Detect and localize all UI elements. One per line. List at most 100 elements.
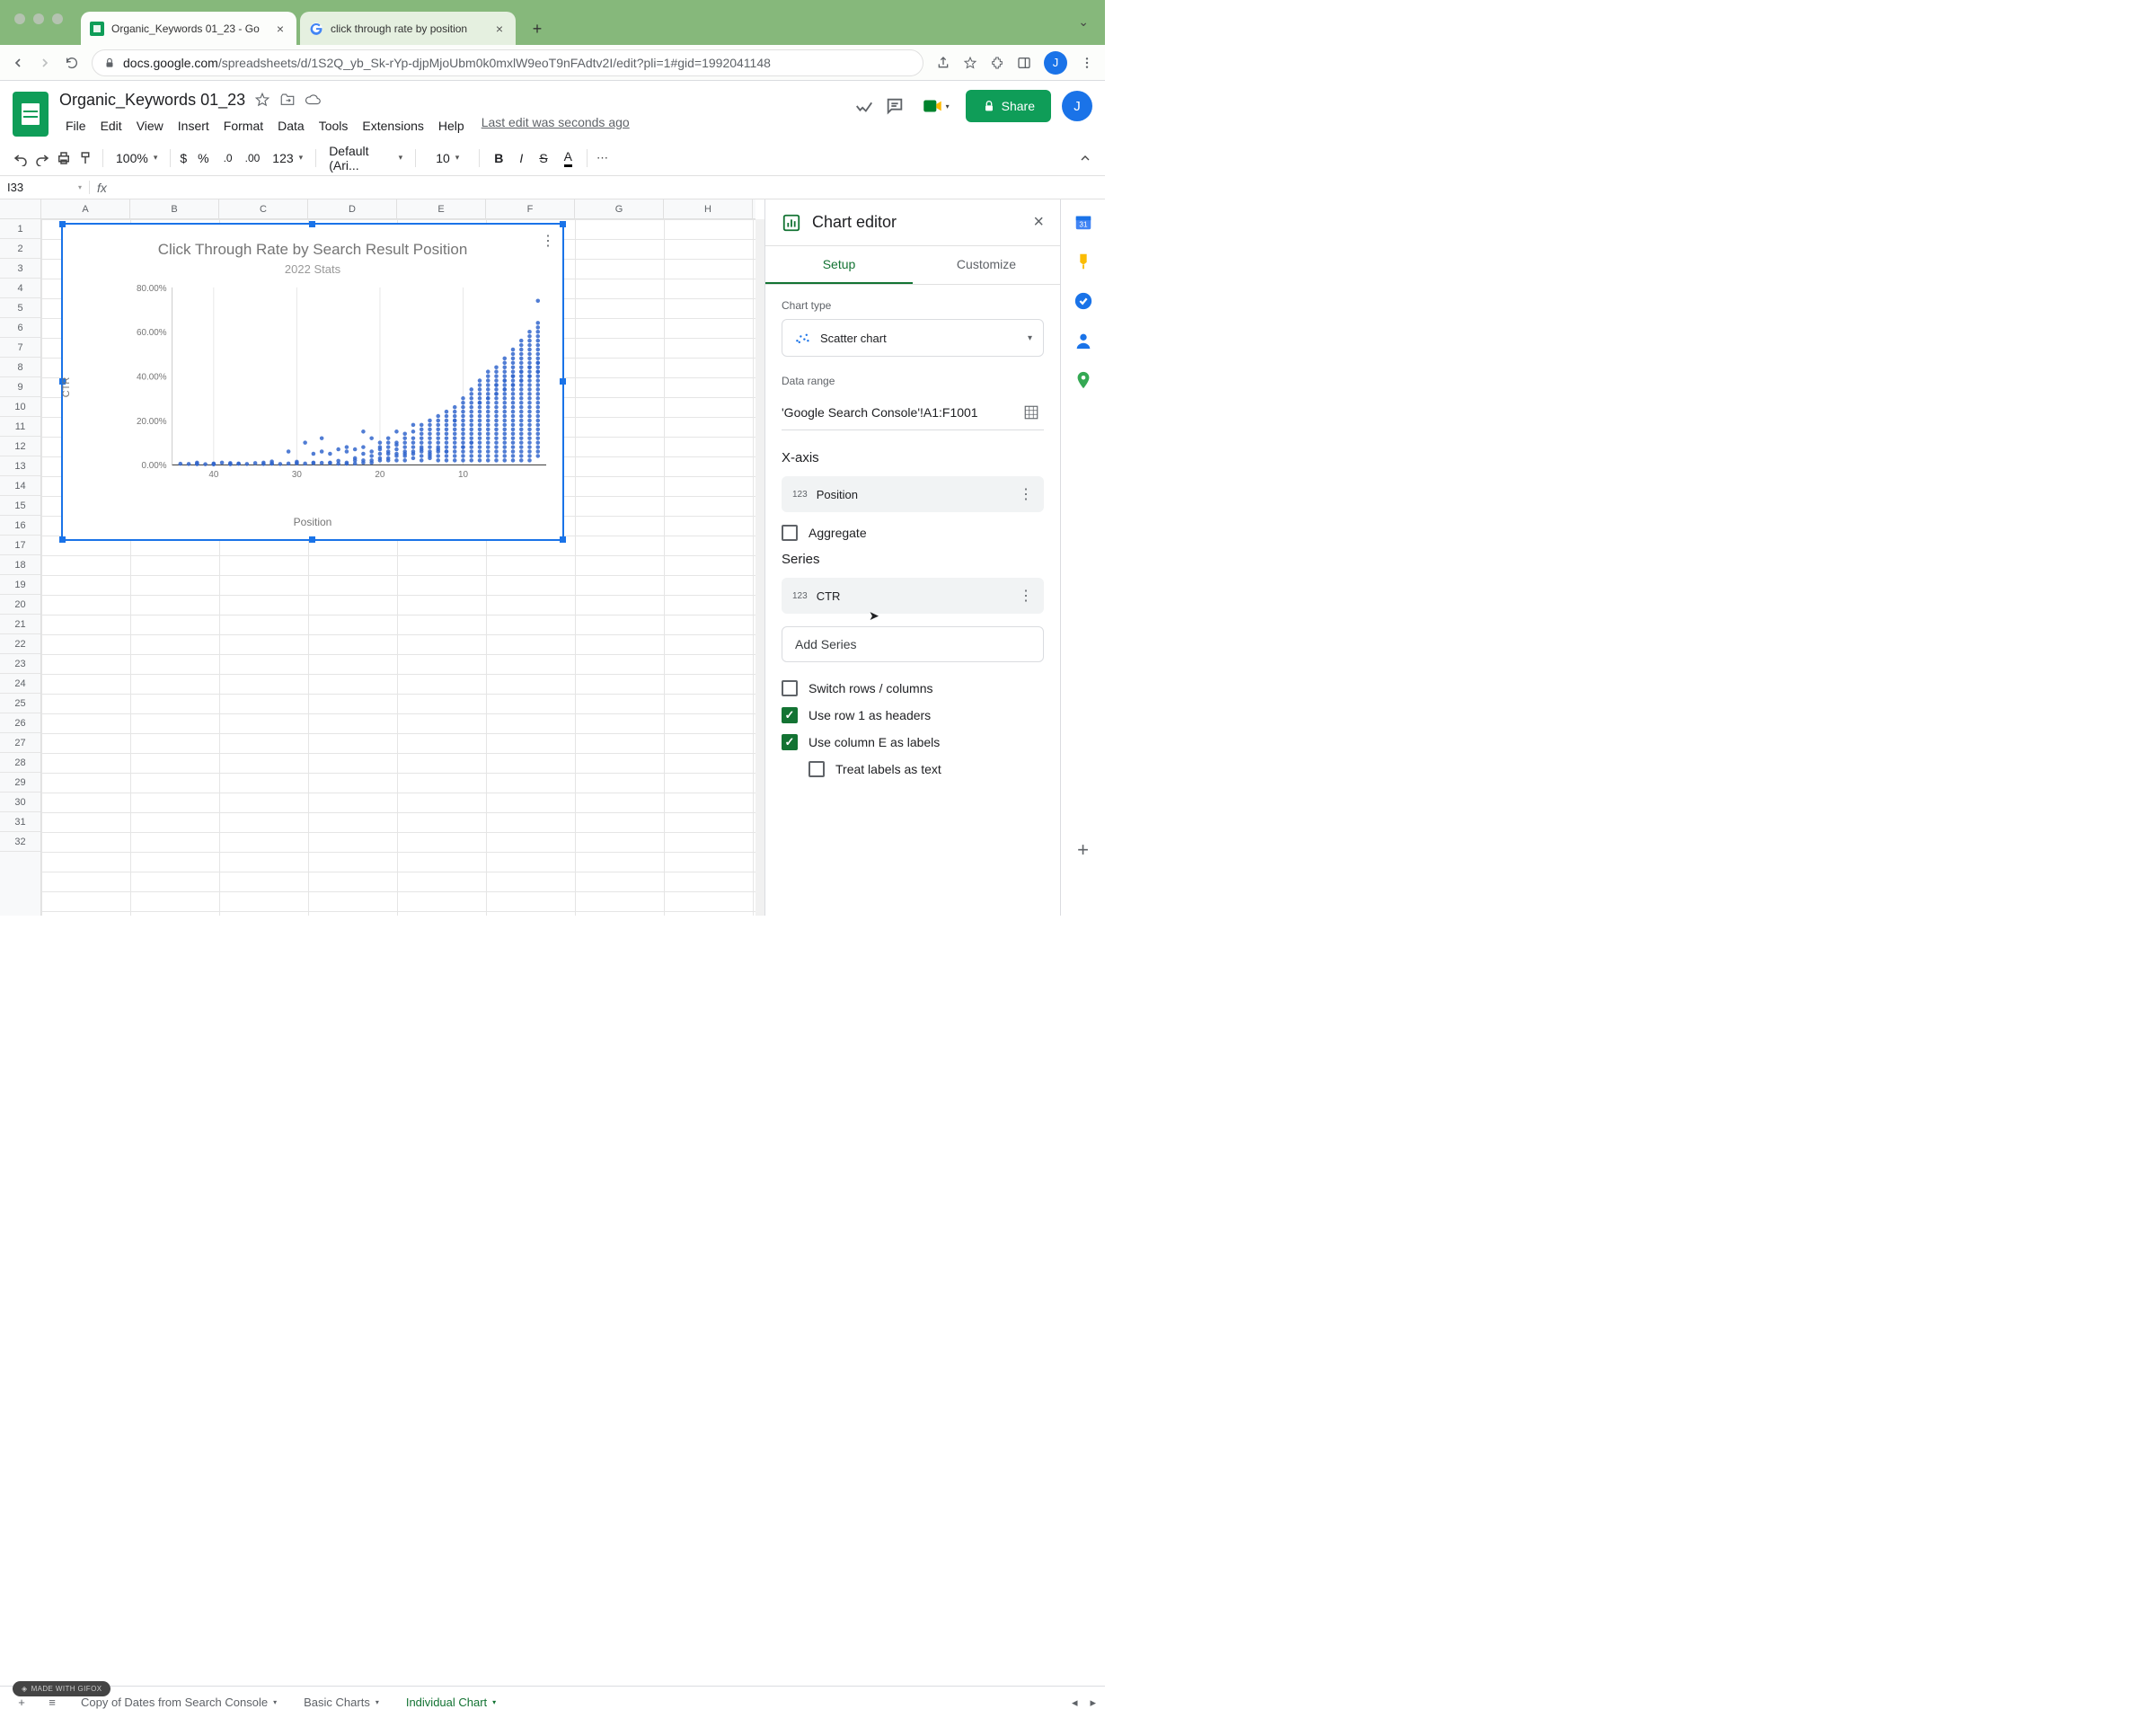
currency-button[interactable]: $ bbox=[180, 151, 187, 165]
row-header[interactable]: 30 bbox=[0, 793, 40, 812]
xaxis-field[interactable]: 123 Position ⋮ bbox=[782, 476, 1044, 512]
decrease-decimal-button[interactable]: .0 bbox=[224, 152, 233, 164]
share-button[interactable]: Share bbox=[966, 90, 1051, 122]
tasks-icon[interactable] bbox=[1074, 291, 1093, 311]
row-header[interactable]: 29 bbox=[0, 773, 40, 793]
tab-overflow-chevron-icon[interactable]: ⌄ bbox=[1078, 14, 1089, 30]
print-icon[interactable] bbox=[56, 150, 72, 166]
keep-icon[interactable] bbox=[1074, 252, 1093, 271]
row-header[interactable]: 22 bbox=[0, 634, 40, 654]
col-header[interactable]: D bbox=[308, 199, 397, 218]
last-edit-link[interactable]: Last edit was seconds ago bbox=[482, 115, 630, 137]
embedded-chart[interactable]: ⋮ Click Through Rate by Search Result Po… bbox=[61, 223, 564, 541]
col-header[interactable]: G bbox=[575, 199, 664, 218]
browser-tab-2[interactable]: click through rate by position × bbox=[300, 12, 516, 45]
menu-tools[interactable]: Tools bbox=[313, 115, 355, 137]
sheet-tab-2[interactable]: Basic Charts bbox=[293, 1690, 390, 1714]
calendar-icon[interactable]: 31 bbox=[1074, 212, 1093, 232]
row-header[interactable]: 9 bbox=[0, 377, 40, 397]
xaxis-field-menu-icon[interactable]: ⋮ bbox=[1019, 485, 1033, 503]
row-header[interactable]: 14 bbox=[0, 476, 40, 496]
maps-icon[interactable] bbox=[1074, 370, 1093, 390]
switch-rows-cols-checkbox[interactable]: Switch rows / columns bbox=[782, 680, 1044, 696]
tab-customize[interactable]: Customize bbox=[913, 246, 1060, 284]
move-doc-icon[interactable] bbox=[279, 92, 296, 108]
extensions-icon[interactable] bbox=[990, 56, 1004, 70]
row-header[interactable]: 6 bbox=[0, 318, 40, 338]
col-header[interactable]: H bbox=[664, 199, 753, 218]
text-color-button[interactable]: A bbox=[564, 149, 572, 167]
font-select[interactable]: Default (Ari... bbox=[325, 142, 406, 174]
side-panel-icon[interactable] bbox=[1017, 56, 1031, 70]
use-col-e-checkbox[interactable]: Use column E as labels bbox=[782, 734, 1044, 750]
add-series-button[interactable]: Add Series bbox=[782, 626, 1044, 662]
row-header[interactable]: 25 bbox=[0, 694, 40, 713]
row-header[interactable]: 19 bbox=[0, 575, 40, 595]
row-header[interactable]: 2 bbox=[0, 239, 40, 259]
sheet-prev-icon[interactable]: ◂ bbox=[1072, 1696, 1078, 1710]
col-header[interactable]: C bbox=[219, 199, 308, 218]
star-icon[interactable] bbox=[963, 56, 977, 70]
menu-edit[interactable]: Edit bbox=[94, 115, 128, 137]
menu-file[interactable]: File bbox=[59, 115, 93, 137]
browser-profile-avatar[interactable]: J bbox=[1044, 51, 1067, 75]
tab-setup[interactable]: Setup bbox=[765, 246, 913, 284]
use-row1-checkbox[interactable]: Use row 1 as headers bbox=[782, 707, 1044, 723]
row-header[interactable]: 10 bbox=[0, 397, 40, 417]
col-header[interactable]: B bbox=[130, 199, 219, 218]
menu-view[interactable]: View bbox=[130, 115, 170, 137]
row-header[interactable]: 20 bbox=[0, 595, 40, 615]
percent-button[interactable]: % bbox=[198, 151, 208, 165]
formula-input[interactable] bbox=[108, 176, 1105, 199]
forward-icon[interactable] bbox=[38, 56, 52, 70]
sheet-next-icon[interactable]: ▸ bbox=[1090, 1696, 1096, 1710]
paint-format-icon[interactable] bbox=[77, 150, 93, 166]
row-header[interactable]: 27 bbox=[0, 733, 40, 753]
menu-insert[interactable]: Insert bbox=[172, 115, 216, 137]
row-header[interactable]: 3 bbox=[0, 259, 40, 279]
row-header[interactable]: 4 bbox=[0, 279, 40, 298]
close-editor-icon[interactable]: × bbox=[1033, 212, 1044, 233]
row-header[interactable]: 13 bbox=[0, 456, 40, 476]
row-header[interactable]: 1 bbox=[0, 219, 40, 239]
new-tab-button[interactable]: + bbox=[525, 16, 550, 41]
comments-icon[interactable] bbox=[885, 96, 905, 116]
row-header[interactable]: 18 bbox=[0, 555, 40, 575]
series-field[interactable]: 123 CTR ⋮ bbox=[782, 578, 1044, 614]
contacts-icon[interactable] bbox=[1074, 331, 1093, 350]
row-header[interactable]: 5 bbox=[0, 298, 40, 318]
col-header[interactable]: E bbox=[397, 199, 486, 218]
aggregate-checkbox[interactable]: Aggregate bbox=[782, 525, 1044, 541]
more-toolbar-icon[interactable]: ⋯ bbox=[596, 151, 609, 165]
account-avatar[interactable]: J bbox=[1062, 91, 1092, 121]
col-header[interactable]: F bbox=[486, 199, 575, 218]
treat-labels-checkbox[interactable]: Treat labels as text bbox=[808, 761, 1044, 777]
kebab-menu-icon[interactable] bbox=[1080, 56, 1094, 70]
add-addon-icon[interactable]: + bbox=[1077, 838, 1089, 862]
close-tab-1[interactable]: × bbox=[273, 22, 287, 36]
data-range-input[interactable]: 'Google Search Console'!A1:F1001 bbox=[782, 394, 1044, 430]
redo-icon[interactable] bbox=[34, 150, 50, 166]
row-header[interactable]: 12 bbox=[0, 437, 40, 456]
document-title[interactable]: Organic_Keywords 01_23 bbox=[59, 91, 245, 110]
col-header[interactable]: A bbox=[41, 199, 130, 218]
meet-button[interactable]: ▾ bbox=[915, 88, 955, 124]
reload-icon[interactable] bbox=[65, 56, 79, 70]
increase-decimal-button[interactable]: .00 bbox=[245, 152, 261, 164]
menu-format[interactable]: Format bbox=[217, 115, 270, 137]
row-header[interactable]: 32 bbox=[0, 832, 40, 852]
share-browser-icon[interactable] bbox=[936, 56, 950, 70]
row-header[interactable]: 21 bbox=[0, 615, 40, 634]
chart-menu-icon[interactable]: ⋮ bbox=[541, 232, 555, 250]
row-header[interactable]: 17 bbox=[0, 536, 40, 555]
strike-button[interactable]: S bbox=[539, 151, 547, 165]
bold-button[interactable]: B bbox=[494, 151, 503, 165]
row-header[interactable]: 23 bbox=[0, 654, 40, 674]
vertical-scrollbar[interactable] bbox=[755, 219, 764, 916]
font-size-select[interactable]: 10 bbox=[432, 149, 463, 167]
menu-data[interactable]: Data bbox=[271, 115, 311, 137]
row-header[interactable]: 24 bbox=[0, 674, 40, 694]
row-header[interactable]: 7 bbox=[0, 338, 40, 358]
sheets-logo-icon[interactable] bbox=[13, 92, 49, 137]
row-header[interactable]: 11 bbox=[0, 417, 40, 437]
